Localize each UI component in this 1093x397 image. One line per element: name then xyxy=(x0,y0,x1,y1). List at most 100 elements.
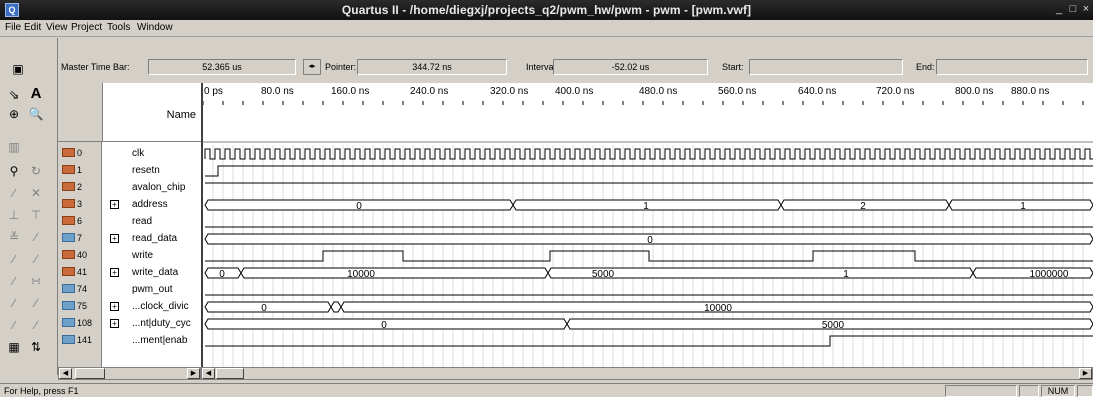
input-pin-icon xyxy=(62,165,75,174)
end-label: End: xyxy=(916,62,935,72)
signal-index: 3 xyxy=(60,197,101,212)
zoom-tool-icon[interactable]: 🔍 xyxy=(25,103,47,125)
weak-high-icon[interactable]: ∕ xyxy=(25,248,47,270)
signal-row[interactable]: 75 + ...clock_divic xyxy=(58,299,201,314)
bus-value-label: 1 xyxy=(643,201,649,212)
signal-index-number: 141 xyxy=(77,335,93,345)
signal-name: avalon_chip xyxy=(132,182,186,193)
weak-unknown-icon[interactable]: ∕ xyxy=(25,226,47,248)
full-screen-icon[interactable]: ▥ xyxy=(3,136,25,158)
interval-field[interactable]: -52.02 us xyxy=(553,59,708,75)
signal-index-number: 3 xyxy=(77,199,83,209)
signal-row[interactable]: 6 read xyxy=(58,214,201,229)
signal-row[interactable]: 0 clk xyxy=(58,146,201,161)
bus-value-label: 0 xyxy=(356,201,362,212)
signal-row[interactable]: 141 ...ment|enab xyxy=(58,333,201,348)
pointer-label: Pointer: xyxy=(325,62,357,72)
invert-icon[interactable]: ∕ xyxy=(3,270,25,292)
waveform-display[interactable]: 0 1 2 1 0 0 10000 5000 1 1000000 0 10000 0 5000 xyxy=(203,83,1093,367)
signal-name: read xyxy=(132,216,153,227)
weak-low-icon[interactable]: ∕ xyxy=(3,248,25,270)
window-title: Quartus II - /home/diegxj/projects_q2/pw… xyxy=(341,3,752,17)
menu-project[interactable]: Project xyxy=(71,22,102,33)
sort-ascending-icon[interactable]: ⇅ xyxy=(25,336,47,358)
random-values-icon[interactable]: ∕ xyxy=(3,314,25,336)
waveform-editing-tool-icon[interactable]: ⊕ xyxy=(3,103,25,125)
text-tool-icon[interactable]: A xyxy=(25,83,47,105)
end-field[interactable] xyxy=(936,59,1088,75)
buried-node-icon xyxy=(62,335,75,344)
forcing-unknown-icon[interactable]: ✕ xyxy=(25,182,47,204)
master-time-bar-field[interactable]: 52.365 us xyxy=(148,59,296,75)
signal-row[interactable]: 7 + read_data xyxy=(58,231,201,246)
restore-button[interactable]: □ xyxy=(1066,2,1080,16)
bus-value-label: 0 xyxy=(647,235,653,246)
signal-row[interactable]: 1 resetn xyxy=(58,163,201,178)
expand-icon[interactable]: + xyxy=(110,234,119,243)
snap-to-grid-icon[interactable]: ∕ xyxy=(25,314,47,336)
menu-view[interactable]: View xyxy=(46,22,68,33)
scroll-left-icon[interactable]: ◀ xyxy=(202,368,215,379)
menu-tools[interactable]: Tools xyxy=(107,22,130,33)
signal-name: clk xyxy=(132,148,145,159)
expand-icon[interactable]: + xyxy=(110,268,119,277)
waveform-scrollbar[interactable]: ◀ ▶ xyxy=(201,367,1093,380)
signal-index: 2 xyxy=(60,180,101,195)
signal-row[interactable]: 108 + ...nt|duty_cyc xyxy=(58,316,201,331)
status-bar: For Help, press F1 NUM xyxy=(0,383,1093,397)
high-impedance-icon[interactable]: ≚ xyxy=(3,226,25,248)
signal-index: 6 xyxy=(60,214,101,229)
menu-edit[interactable]: Edit xyxy=(24,22,41,33)
overwrite-clock-icon[interactable]: ∕ xyxy=(3,292,25,314)
status-panel xyxy=(1019,385,1039,397)
num-lock-indicator: NUM xyxy=(1041,385,1075,397)
count-value-icon[interactable]: ∺ xyxy=(25,270,47,292)
forcing-low-icon[interactable]: ⊥ xyxy=(3,204,25,226)
scroll-thumb[interactable] xyxy=(216,368,244,379)
quartus-window: Q Quartus II - /home/diegxj/projects_q2/… xyxy=(0,0,1093,397)
close-button[interactable]: × xyxy=(1079,2,1093,16)
name-column-header[interactable]: Name xyxy=(103,83,201,142)
expand-icon[interactable]: + xyxy=(110,302,119,311)
signal-index-number: 0 xyxy=(77,148,83,158)
bus-segment xyxy=(204,301,332,313)
scroll-left-icon[interactable]: ◀ xyxy=(59,368,72,379)
signal-name: read_data xyxy=(132,233,178,244)
name-pane-scrollbar[interactable]: ◀ ▶ xyxy=(58,367,201,380)
signal-row[interactable]: 40 write xyxy=(58,248,201,263)
expand-icon[interactable]: + xyxy=(110,319,119,328)
time-bar-arrows[interactable]: ◂▸ xyxy=(303,59,321,75)
bus-segment xyxy=(330,301,342,313)
minimize-button[interactable]: _ xyxy=(1052,2,1066,16)
waveform-pane[interactable]: 0 ps 80.0 ns 160.0 ns 240.0 ns 320.0 ns 400.0… xyxy=(201,83,1093,367)
bus-value-label: 2 xyxy=(860,201,866,212)
signal-index-number: 7 xyxy=(77,233,83,243)
signal-row[interactable]: 74 pwm_out xyxy=(58,282,201,297)
uninitialized-icon[interactable]: ∕ xyxy=(3,182,25,204)
menu-window[interactable]: Window xyxy=(137,22,173,33)
sort-icon[interactable]: ▦ xyxy=(3,336,25,358)
scroll-thumb[interactable] xyxy=(75,368,105,379)
status-panel xyxy=(945,385,1017,397)
find-icon[interactable]: ⚲ xyxy=(3,160,25,182)
pointer-field[interactable]: 344.72 ns xyxy=(357,59,507,75)
menu-file[interactable]: File xyxy=(5,22,21,33)
signal-name: pwm_out xyxy=(132,284,173,295)
signal-row[interactable]: 41 + write_data xyxy=(58,265,201,280)
scroll-right-icon[interactable]: ▶ xyxy=(187,368,200,379)
forcing-high-icon[interactable]: ⊤ xyxy=(25,204,47,226)
replace-icon[interactable]: ↻ xyxy=(25,160,47,182)
signal-name: write_data xyxy=(132,267,179,278)
input-pin-icon xyxy=(62,182,75,191)
expand-icon[interactable]: + xyxy=(110,200,119,209)
waveform-editor-icon[interactable]: ▣ xyxy=(7,58,29,80)
bus-value-label: 1000000 xyxy=(1030,269,1069,280)
signal-row[interactable]: 3 + address xyxy=(58,197,201,212)
signal-index: 75 xyxy=(60,299,101,314)
scroll-right-icon[interactable]: ▶ xyxy=(1079,368,1092,379)
arbitrary-value-icon[interactable]: ∕ xyxy=(25,292,47,314)
input-pin-icon xyxy=(62,199,75,208)
start-label: Start: xyxy=(722,62,744,72)
start-field[interactable] xyxy=(749,59,903,75)
signal-row[interactable]: 2 avalon_chip xyxy=(58,180,201,195)
